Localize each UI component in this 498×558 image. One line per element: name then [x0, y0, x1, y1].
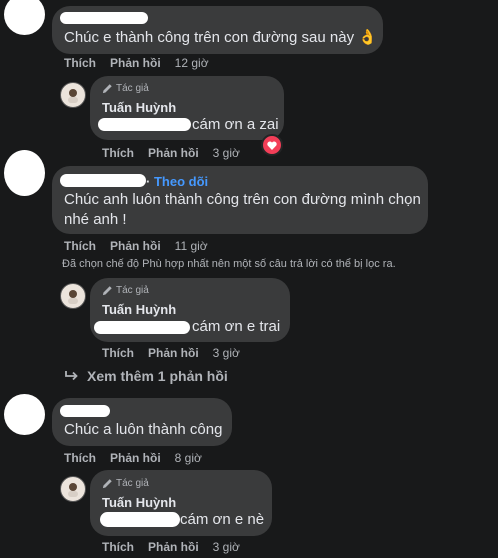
reply-actions: Thích Phản hồi 3 giờ: [102, 346, 240, 360]
comment-actions: Thích Phản hồi 11 giờ: [64, 239, 208, 253]
author-badge: Tác giả: [102, 285, 149, 296]
like-button[interactable]: Thích: [64, 56, 96, 70]
author-avatar[interactable]: [60, 283, 86, 309]
comment-bubble: Chúc e thành công trên con đường sau này…: [52, 6, 383, 54]
author-badge: Tác giả: [102, 478, 149, 489]
reply-button[interactable]: Phản hồi: [110, 239, 161, 253]
reply-button[interactable]: Phản hồi: [148, 146, 199, 160]
avatar-figure-icon: [68, 483, 78, 497]
timestamp[interactable]: 12 giờ: [175, 56, 209, 70]
redacted-name: [60, 12, 148, 24]
follow-link[interactable]: · Theo dõi: [146, 174, 208, 189]
like-button[interactable]: Thích: [64, 239, 96, 253]
comment-bubble: · Theo dõi Chúc anh luôn thành công trên…: [52, 166, 428, 234]
author-name[interactable]: Tuấn Huỳnh: [102, 302, 176, 317]
commenter-avatar[interactable]: [4, 0, 45, 35]
reply-text: cám ơn a zai: [192, 116, 279, 133]
reply-text: cám ơn e nè: [180, 511, 265, 528]
author-badge: Tác giả: [102, 83, 149, 94]
redacted-name: [60, 405, 110, 417]
timestamp[interactable]: 3 giờ: [213, 346, 240, 360]
separator-dot: ·: [146, 174, 151, 189]
redacted-mention: [98, 118, 191, 131]
like-button[interactable]: Thích: [102, 146, 134, 160]
author-name[interactable]: Tuấn Huỳnh: [102, 495, 176, 510]
commenter-avatar[interactable]: [4, 394, 45, 435]
view-more-replies-link[interactable]: Xem thêm 1 phản hồi: [64, 368, 228, 384]
author-avatar[interactable]: [60, 82, 86, 108]
avatar-figure-icon: [68, 290, 78, 304]
timestamp[interactable]: 3 giờ: [213, 540, 240, 554]
reply-text: cám ơn e trai: [192, 318, 281, 335]
reply-arrow-icon: [65, 371, 78, 381]
comment-bubble: Chúc a luôn thành công: [52, 398, 232, 446]
reply-button[interactable]: Phản hồi: [148, 346, 199, 360]
heart-icon: [267, 141, 277, 150]
redacted-name: [60, 174, 146, 187]
pencil-icon: [102, 479, 112, 489]
reply-actions: Thích Phản hồi 3 giờ: [102, 540, 240, 554]
like-button[interactable]: Thích: [64, 451, 96, 465]
like-button[interactable]: Thích: [102, 346, 134, 360]
filter-notice: Đã chọn chế độ Phù hợp nhất nên một số c…: [62, 258, 396, 270]
reply-bubble: Tác giả Tuấn Huỳnh cám ơn e trai: [90, 278, 290, 342]
like-button[interactable]: Thích: [102, 540, 134, 554]
timestamp[interactable]: 8 giờ: [175, 451, 202, 465]
timestamp[interactable]: 11 giờ: [175, 239, 208, 253]
comment-actions: Thích Phản hồi 8 giờ: [64, 451, 202, 465]
comment-text: Chúc anh luôn thành công trên con đường …: [64, 191, 421, 228]
reply-button[interactable]: Phản hồi: [110, 451, 161, 465]
redacted-mention: [94, 321, 190, 334]
comment-text: Chúc e thành công trên con đường sau này…: [64, 29, 377, 46]
reply-bubble: Tác giả Tuấn Huỳnh cám ơn e nè: [90, 470, 272, 536]
timestamp[interactable]: 3 giờ: [213, 146, 240, 160]
comment-text: Chúc a luôn thành công: [64, 421, 223, 438]
commenter-avatar[interactable]: [4, 150, 45, 196]
author-avatar[interactable]: [60, 476, 86, 502]
pencil-icon: [102, 84, 112, 94]
reply-button[interactable]: Phản hồi: [148, 540, 199, 554]
love-reaction-badge[interactable]: [261, 134, 283, 156]
reply-bubble: Tác giả Tuấn Huỳnh cám ơn a zai: [90, 76, 284, 140]
author-name[interactable]: Tuấn Huỳnh: [102, 100, 176, 115]
avatar-figure-icon: [68, 89, 78, 103]
redacted-mention: [100, 512, 180, 527]
pencil-icon: [102, 286, 112, 296]
reply-actions: Thích Phản hồi 3 giờ: [102, 146, 240, 160]
reply-button[interactable]: Phản hồi: [110, 56, 161, 70]
comment-actions: Thích Phản hồi 12 giờ: [64, 56, 209, 70]
